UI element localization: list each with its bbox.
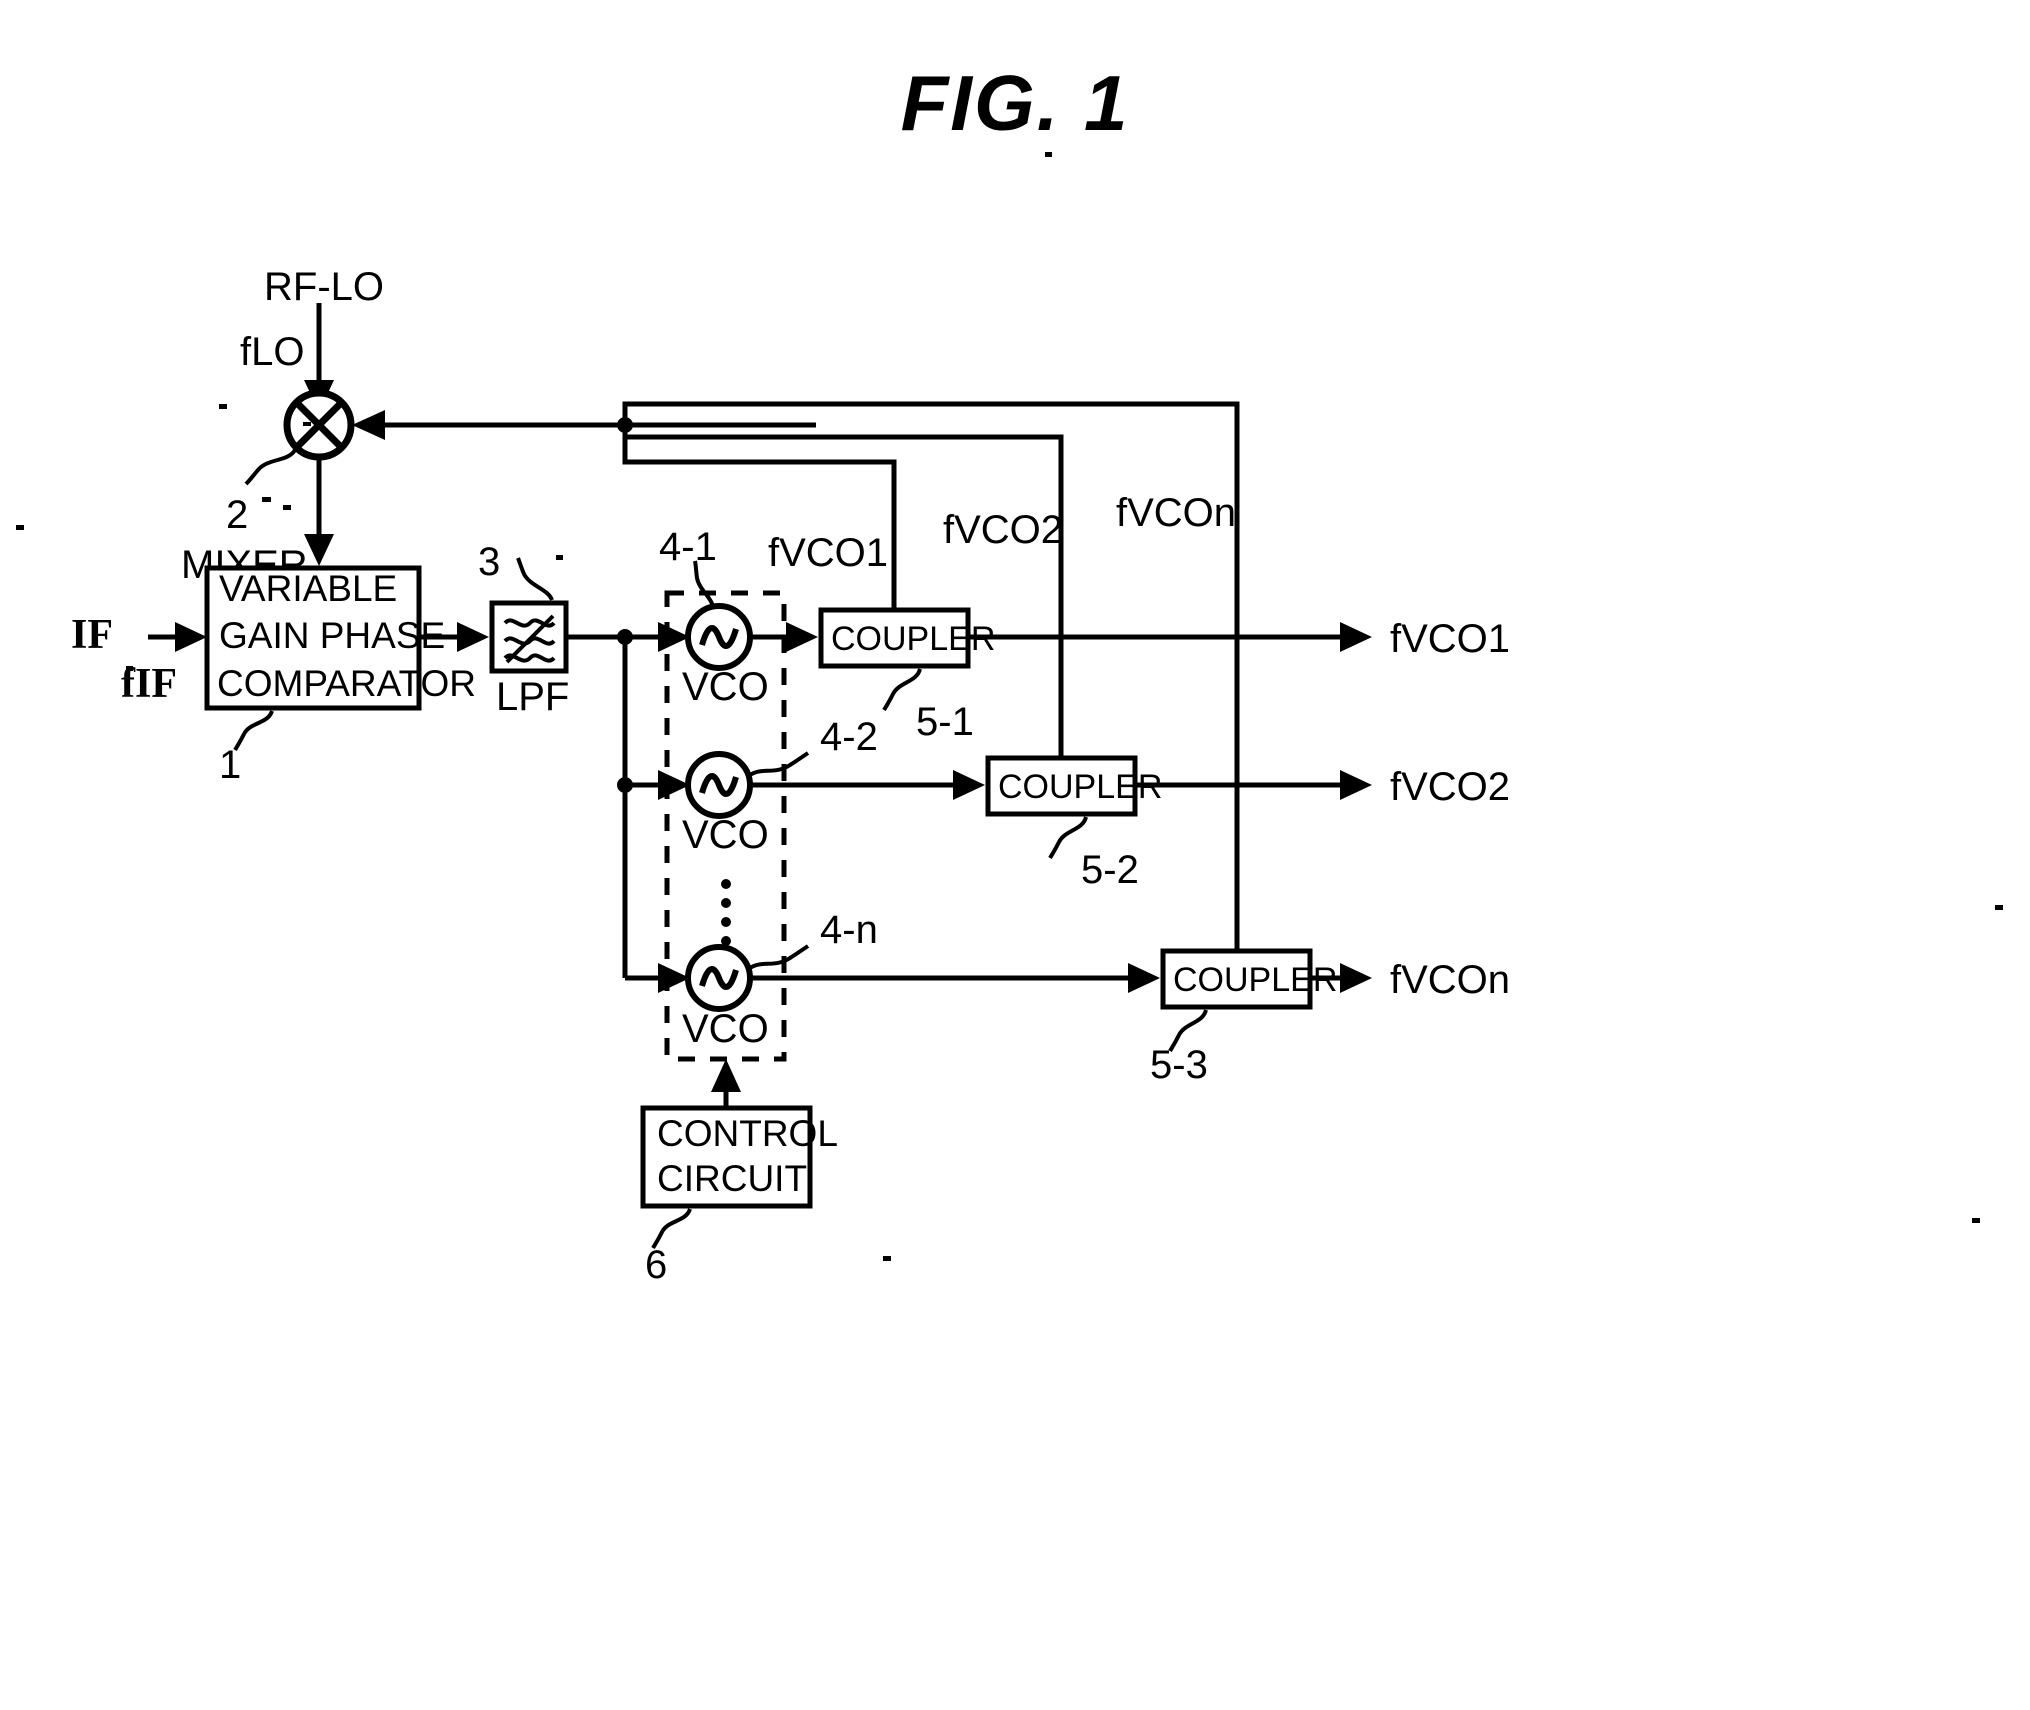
- comparator-ref-number: 1: [219, 743, 241, 787]
- vco-distribution-bus: [566, 622, 690, 993]
- coupler-5-1-ref-leader: 5-1: [882, 668, 974, 744]
- rf-lo-input-group: RF-LO fLO: [240, 265, 384, 412]
- vco-4-2-ref-leader: 4-2: [748, 715, 878, 777]
- vco-bank-ellipsis: [721, 879, 731, 946]
- lpf-ref-leader: 3: [478, 540, 554, 601]
- f-lo-label: fLO: [240, 330, 304, 374]
- coupler-5-1-ref-number: 5-1: [916, 700, 974, 744]
- feedback-label-fvco1: fVCO1: [768, 531, 888, 575]
- figure-page: FIG. 1 RF-LO fLO 2 MIXER VARIABLE GAIN P…: [0, 0, 2030, 1710]
- if-label: IF: [71, 612, 113, 658]
- lpf-block[interactable]: LPF: [489, 600, 569, 719]
- output-label-fvco1: fVCO1: [1390, 617, 1510, 661]
- control-circuit-line2: CIRCUIT: [657, 1158, 807, 1199]
- coupler-5-3-ref-leader: 5-3: [1150, 1009, 1208, 1087]
- control-circuit-to-vco-bank-wire: [711, 1059, 741, 1108]
- control-circuit-ref-number: 6: [645, 1243, 667, 1287]
- coupler-5-2-ref-number: 5-2: [1081, 848, 1139, 892]
- mixer-ref-number: 2: [226, 493, 248, 537]
- feedback-label-fvco2: fVCO2: [943, 508, 1063, 552]
- lpf-ref-number: 3: [478, 540, 500, 584]
- control-circuit-block[interactable]: CONTROL CIRCUIT: [640, 1105, 838, 1209]
- if-input-group: IF fIF: [71, 612, 207, 707]
- vco-4-2[interactable]: VCO: [682, 751, 769, 857]
- mixer-symbol: [283, 389, 355, 461]
- lpf-label: LPF: [496, 675, 569, 719]
- vco-4-2-ref-number: 4-2: [820, 715, 878, 759]
- vco-4-2-label: VCO: [682, 813, 769, 857]
- control-circuit-ref-leader: 6: [645, 1208, 692, 1287]
- mixer-to-comparator-wire: [304, 457, 334, 566]
- comparator-ref-leader: 1: [219, 710, 274, 787]
- vco-4-n-ref-number: 4-n: [820, 908, 878, 952]
- vco-4-n[interactable]: VCO: [682, 944, 769, 1051]
- feedback-label-fvcon: fVCOn: [1116, 491, 1236, 535]
- output-label-fvcon: fVCOn: [1390, 958, 1510, 1002]
- f-if-label: fIF: [121, 661, 177, 707]
- vco-4-n-label: VCO: [682, 1007, 769, 1051]
- vco-4-1-label: VCO: [682, 665, 769, 709]
- coupler-5-3-ref-number: 5-3: [1150, 1043, 1208, 1087]
- feedback-path-fvco1: fVCO1: [617, 417, 897, 610]
- comparator-line1: VARIABLE: [219, 568, 397, 609]
- feedback-path-fvco2: fVCO2: [625, 434, 1064, 758]
- control-circuit-line1: CONTROL: [657, 1113, 838, 1154]
- rf-lo-label: RF-LO: [264, 265, 384, 309]
- vco-4-n-ref-leader: 4-n: [748, 908, 878, 970]
- comparator-line2: GAIN PHASE: [219, 615, 445, 656]
- block-diagram-canvas: RF-LO fLO 2 MIXER VARIABLE GAIN PHASE CO…: [16, 152, 2003, 1287]
- comparator-line3: COMPARATOR: [217, 663, 476, 704]
- coupler-5-2-ref-leader: 5-2: [1048, 816, 1139, 892]
- output-label-fvco2: fVCO2: [1390, 765, 1510, 809]
- vco-4-1[interactable]: VCO: [682, 603, 769, 709]
- vco-4-1-ref-number: 4-1: [659, 525, 717, 569]
